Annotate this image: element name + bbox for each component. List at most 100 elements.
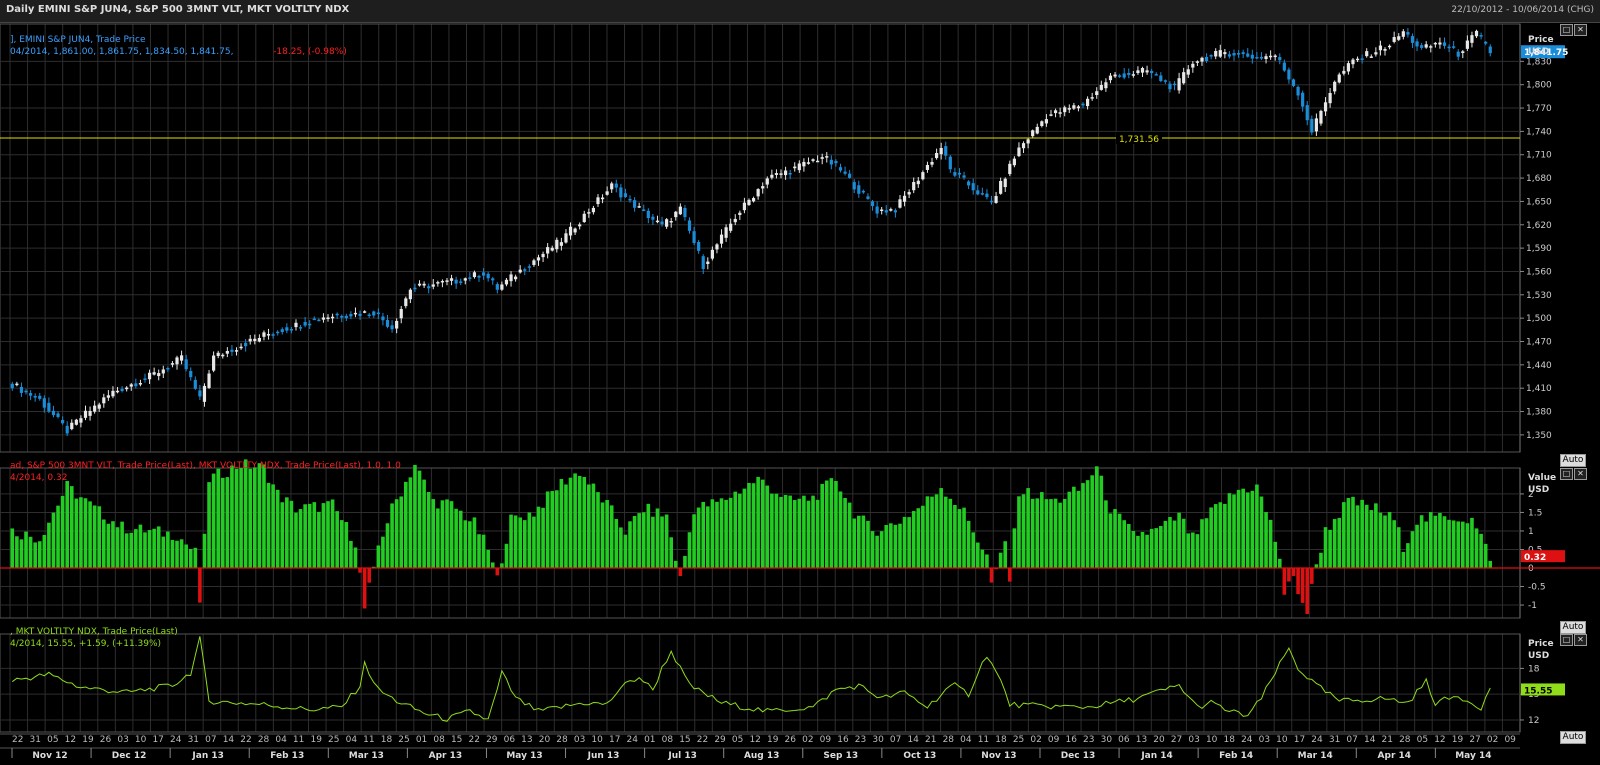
spread-bar [1310,568,1314,584]
auto-scale-button-1[interactable]: Auto [1560,454,1586,467]
x-tick-day-label: 15 [451,735,462,745]
price-candle [500,284,504,290]
price-y-tick-label: 1,770 [1526,104,1552,114]
spread-bar [1062,498,1067,568]
spread-bar [303,504,307,568]
price-candle [765,178,769,185]
spread-bar [1245,492,1250,568]
price-y-tick-label: 1,830 [1526,57,1552,67]
price-candle [436,282,440,284]
spread-bar [925,496,930,568]
price-candle [678,206,682,215]
spread-bar [486,549,490,568]
price-candle [550,247,554,251]
price-candle [404,298,408,307]
spread-bar [1236,489,1241,568]
price-candle [1236,53,1241,55]
price-candle [715,244,719,250]
price-y-tick-label: 1,590 [1526,244,1552,254]
spread-bar [353,547,358,568]
spread-bar [779,496,783,568]
spread-bar [770,493,774,568]
x-tick-day-label: 07 [890,735,901,745]
x-tick-day-label: 19 [1452,735,1464,745]
price-candle [120,388,124,392]
spread-bar [1058,502,1062,568]
price-candle [591,207,596,213]
price-candle [161,369,165,374]
price-legend-line2: 04/2014, 1,861.00, 1,861.75, 1,834.50, 1… [10,47,233,57]
spread-bar [326,501,330,568]
spread-y-tick-label: -1 [1528,601,1537,611]
spread-bar [1255,484,1259,568]
restore-panel-2-button[interactable]: □ [1560,468,1573,480]
spread-bar [74,498,79,568]
x-tick-day-label: 03 [117,735,128,745]
x-tick-day-label: 17 [1294,735,1305,745]
spread-bar [298,509,303,568]
spread-bar [1172,520,1177,568]
price-candle [445,280,449,282]
price-candle [1323,102,1328,112]
restore-panel-3-button[interactable]: □ [1560,634,1573,646]
spread-bar [321,503,326,568]
spread-bar [696,507,701,568]
price-axis-title: Price [1528,35,1554,45]
close-panel-3-button[interactable]: ✕ [1574,634,1587,646]
price-candle [596,197,600,205]
price-candle [687,220,692,231]
close-panel-1-button[interactable]: ✕ [1574,24,1587,36]
auto-scale-button-2[interactable]: Auto [1560,621,1586,634]
price-candle [1099,85,1103,90]
spread-bar [1259,496,1264,568]
chart-canvas[interactable]: 22 31 05 12 19 26 03 10 17 24 31 07 14 22 28 04 11 19 25 04… [0,0,1600,765]
spread-bar [1213,504,1218,568]
auto-scale-button-3[interactable]: Auto [1560,731,1586,744]
close-panel-2-button[interactable]: ✕ [1574,468,1587,480]
price-candle [1429,46,1433,48]
spread-bar [19,539,24,568]
price-candle [1232,53,1236,56]
spread-bar [266,482,271,568]
price-candle [1017,147,1021,157]
price-candle [774,173,779,175]
spread-bar [216,468,220,568]
price-candle [559,242,563,246]
vix-axis-title: Price [1528,639,1554,649]
price-candle [994,196,998,203]
price-candle [509,274,513,282]
spread-bar [673,560,678,568]
spread-bar [358,568,362,573]
spread-bar [646,503,651,568]
price-candle [1154,74,1158,76]
spread-bar [28,536,33,568]
price-y-tick-label: 1,410 [1526,384,1552,394]
spread-bar [953,505,957,568]
spread-bar [1168,517,1172,568]
price-candle [724,227,728,238]
price-candle [1291,79,1296,86]
spread-bar [513,515,518,568]
price-y-tick-label: 1,440 [1526,361,1552,371]
spread-bar [605,500,609,568]
spread-bar [532,516,536,568]
spread-bar [170,539,175,568]
spread-bar [404,481,408,568]
x-tick-day-label: 28 [943,735,955,745]
spread-bar [367,568,371,583]
spread-bar [175,540,179,568]
price-candle [358,313,362,316]
x-tick-day-label: 28 [258,735,270,745]
price-candle [1186,69,1190,75]
price-candle [449,278,454,281]
spread-bar [829,478,834,568]
price-candle [1168,83,1172,90]
x-tick-day-label: 10 [135,735,147,745]
spread-bar [568,477,573,568]
x-tick-day-label: 28 [1399,735,1411,745]
restore-panel-1-button[interactable]: □ [1560,24,1573,36]
spread-bar [1191,532,1195,568]
spread-bar [1470,517,1474,568]
spread-bar [1154,528,1159,568]
price-candle [198,390,202,397]
